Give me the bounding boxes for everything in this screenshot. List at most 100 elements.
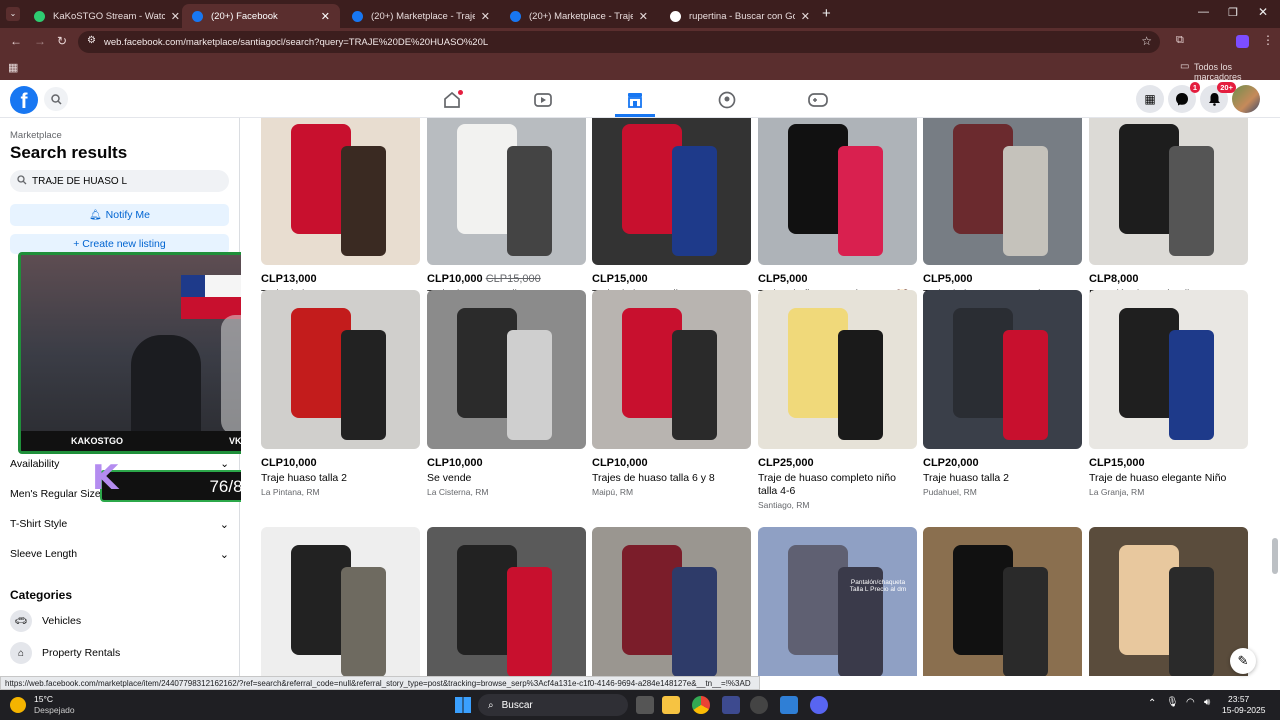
obs-icon[interactable] xyxy=(750,696,768,714)
minimize-button[interactable]: — xyxy=(1198,6,1209,18)
category-vehicles[interactable]: 🚗︎ Vehicles xyxy=(10,610,81,632)
listing-card[interactable] xyxy=(923,527,1082,676)
close-tab-icon[interactable]: ✕ xyxy=(321,10,330,23)
file-explorer-icon[interactable] xyxy=(662,696,680,714)
discord-icon[interactable] xyxy=(810,696,828,714)
listing-card[interactable] xyxy=(592,527,751,676)
close-tab-icon[interactable]: ✕ xyxy=(801,10,810,23)
listing-image[interactable] xyxy=(261,527,420,676)
microphone-icon[interactable]: 🎙︎ xyxy=(1166,697,1179,708)
store-icon[interactable] xyxy=(780,696,798,714)
all-bookmarks-link[interactable]: Todos los marcadores xyxy=(1194,62,1280,82)
messenger-icon[interactable]: 1 xyxy=(1168,82,1200,113)
browser-tab[interactable]: (20+) Facebook ✕ xyxy=(182,4,340,28)
listing-card[interactable] xyxy=(261,527,420,676)
search-icon[interactable] xyxy=(44,87,68,111)
listing-image[interactable] xyxy=(1089,118,1248,265)
listing-image[interactable] xyxy=(1089,527,1248,676)
listing-card[interactable]: Pantalón/chaqueta Talla L Precio al dm xyxy=(758,527,917,676)
close-tab-icon[interactable]: ✕ xyxy=(171,10,180,23)
profile-icon[interactable] xyxy=(1236,35,1249,48)
listing-image[interactable] xyxy=(592,118,751,265)
listing-image[interactable] xyxy=(427,118,586,265)
browser-tab[interactable]: (20+) Marketplace - Traje Huaso ✕ xyxy=(342,4,500,28)
listing-image[interactable] xyxy=(427,527,586,676)
wifi-icon[interactable]: ◠ xyxy=(1186,697,1195,708)
notifications-bell-icon[interactable]: 20+ xyxy=(1200,82,1236,113)
notify-me-button[interactable]: 🔔︎ Notify Me xyxy=(10,204,229,226)
listing-card[interactable]: CLP20,000 Traje huaso talla 2 Pudahuel, R… xyxy=(923,290,1082,497)
menu-grid-icon[interactable]: ▦ xyxy=(1136,85,1164,113)
browser-tab[interactable]: KaKoSTGO Stream - Watch Live ✕ xyxy=(24,4,190,28)
task-view-icon[interactable] xyxy=(636,696,654,714)
close-window-button[interactable]: ✕ xyxy=(1258,5,1268,19)
close-tab-icon[interactable]: ✕ xyxy=(481,10,490,23)
browser-tab[interactable]: rupertina - Buscar con Google ✕ xyxy=(660,4,820,28)
maximize-button[interactable]: ❐ xyxy=(1228,6,1238,19)
listing-image[interactable] xyxy=(427,290,586,449)
avatar[interactable] xyxy=(1232,85,1260,113)
listing-image[interactable] xyxy=(923,527,1082,676)
gaming-nav-icon[interactable] xyxy=(798,86,838,114)
video-nav-icon[interactable] xyxy=(523,86,563,114)
apps-grid-icon[interactable]: ▦ xyxy=(8,61,18,74)
listing-card[interactable]: CLP15,000 Traje de huaso elegante Niño La… xyxy=(1089,290,1248,497)
home-nav-icon[interactable] xyxy=(432,86,472,114)
listing-card[interactable]: CLP10,000 Traje huaso talla 2 La Pintana,… xyxy=(261,290,420,497)
listing-price: CLP10,000 xyxy=(427,457,586,469)
close-tab-icon[interactable]: ✕ xyxy=(639,10,648,23)
listing-card[interactable]: CLP15,000 Traje de huaso talla 4Santiago… xyxy=(592,118,751,313)
tray-chevron-icon[interactable]: ⌃ xyxy=(1148,698,1156,709)
breadcrumb[interactable]: Marketplace xyxy=(10,130,62,141)
listing-image[interactable] xyxy=(261,118,420,265)
marketplace-nav-icon[interactable] xyxy=(615,86,655,117)
listing-image[interactable] xyxy=(923,118,1082,265)
compose-button[interactable]: ✎ xyxy=(1230,648,1256,674)
filter-availability[interactable]: Availability ⌄ xyxy=(10,458,229,470)
create-listing-button[interactable]: + Create new listing xyxy=(10,234,229,254)
windows-start-icon[interactable] xyxy=(455,697,471,713)
listing-card[interactable]: CLP5,000 Trajes de fiestas patrias para … xyxy=(758,118,917,316)
listing-image[interactable] xyxy=(758,118,917,265)
reload-icon[interactable]: ↻ xyxy=(57,34,67,48)
speaker-icon[interactable]: 🔊︎ xyxy=(1204,697,1210,708)
chevron-down-icon: ⌄ xyxy=(219,549,229,561)
listing-card[interactable]: CLP10,000 Trajes de huaso talla 6 y 8 Mai… xyxy=(592,290,751,497)
listing-image[interactable] xyxy=(592,527,751,676)
app-icon[interactable] xyxy=(722,696,740,714)
tab-list-icon[interactable]: ⌄ xyxy=(6,7,20,21)
taskbar-search[interactable]: ⌕ Buscar xyxy=(478,694,628,716)
listing-card[interactable]: CLP13,000 Traje de huaso xyxy=(261,118,420,303)
weather-label: Despejado xyxy=(34,705,75,715)
forward-icon[interactable]: → xyxy=(34,34,46,48)
listing-image[interactable] xyxy=(1089,290,1248,449)
listing-card[interactable]: CLP10,000 Se vende La Cisterna, RM xyxy=(427,290,586,497)
listing-image[interactable] xyxy=(592,290,751,449)
new-tab-button[interactable]: + xyxy=(822,5,831,22)
back-icon[interactable]: ← xyxy=(10,34,22,48)
bookmark-star-icon[interactable]: ☆ xyxy=(1141,34,1152,48)
site-info-icon[interactable]: ⚙ xyxy=(87,35,96,46)
clock-time[interactable]: 23:57 xyxy=(1228,694,1249,704)
listing-card[interactable]: CLP10,000 CLP15,000Traje de Huaso Talla … xyxy=(427,118,586,313)
category-property-rentals[interactable]: ⌂ Property Rentals xyxy=(10,642,120,664)
facebook-logo-icon[interactable]: f xyxy=(10,86,38,114)
address-bar[interactable]: ⚙ web.facebook.com/marketplace/santiagoc… xyxy=(78,31,1160,53)
listing-card[interactable] xyxy=(1089,527,1248,676)
listing-image[interactable]: Pantalón/chaqueta Talla L Precio al dm xyxy=(758,527,917,676)
listing-card[interactable] xyxy=(427,527,586,676)
groups-nav-icon[interactable] xyxy=(707,86,747,114)
clock-date[interactable]: 15-09-2025 xyxy=(1222,705,1265,715)
extensions-icon[interactable]: ⧉ xyxy=(1176,34,1184,47)
menu-icon[interactable]: ⋮ xyxy=(1262,33,1274,47)
listing-card[interactable]: CLP25,000 Traje de huaso completo niño t… xyxy=(758,290,917,510)
search-input[interactable]: TRAJE DE HUASO L xyxy=(10,170,229,192)
filter-tshirt-style[interactable]: T-Shirt Style ⌄ xyxy=(10,518,229,531)
filter-sleeve-length[interactable]: Sleeve Length ⌄ xyxy=(10,548,229,561)
page-scrollbar[interactable] xyxy=(1272,538,1278,574)
listing-image[interactable] xyxy=(923,290,1082,449)
listing-image[interactable] xyxy=(261,290,420,449)
chrome-icon[interactable] xyxy=(692,696,710,714)
browser-tab[interactable]: (20+) Marketplace - Trajes de h ✕ xyxy=(500,4,658,28)
listing-image[interactable] xyxy=(758,290,917,449)
